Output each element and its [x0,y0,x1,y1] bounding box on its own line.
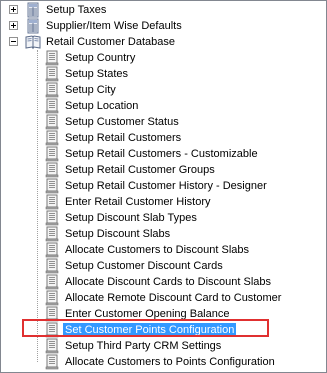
tree-child-label[interactable]: Enter Customer Opening Balance [63,307,231,321]
tree-node-supplier-item-wise-defaults[interactable]: Supplier/Item Wise Defaults [1,18,326,34]
tree-child-item[interactable]: Setup City [1,82,326,98]
grid-database-icon [25,2,41,18]
document-page-icon [44,114,60,130]
tree-node-setup-taxes[interactable]: Setup Taxes [1,2,326,18]
tree-child-item[interactable]: Allocate Remote Discount Card to Custome… [1,290,326,306]
tree-child-label[interactable]: Allocate Discount Cards to Discount Slab… [63,275,273,289]
tree-child-item[interactable]: Allocate Discount Cards to Discount Slab… [1,274,326,290]
tree-node-retail-customer-database[interactable]: Retail Customer Database [1,34,326,50]
document-page-icon [44,338,60,354]
tree-child-label[interactable]: Setup Discount Slabs [63,227,172,241]
document-page-icon [44,146,60,162]
tree-node-label[interactable]: Supplier/Item Wise Defaults [44,19,184,33]
tree-child-item[interactable]: Setup Discount Slab Types [1,210,326,226]
tree-child-item[interactable]: Setup Retail Customers [1,130,326,146]
document-page-icon [44,210,60,226]
tree-node-label[interactable]: Setup Taxes [44,3,108,17]
tree-child-item[interactable]: Setup Location [1,98,326,114]
tree-child-label[interactable]: Setup City [63,83,118,97]
tree-child-item[interactable]: Setup Retail Customer History - Designer [1,178,326,194]
tree-child-label[interactable]: Setup Location [63,99,140,113]
tree-child-item[interactable]: Setup Customer Discount Cards [1,258,326,274]
document-page-icon [44,82,60,98]
tree-child-item[interactable]: Setup Third Party CRM Settings [1,338,326,354]
tree-child-label[interactable]: Setup Customer Discount Cards [63,259,225,273]
tree-child-item[interactable]: Setup Discount Slabs [1,226,326,242]
document-page-icon [44,290,60,306]
tree-child-item[interactable]: Setup Country [1,50,326,66]
document-page-icon [44,258,60,274]
tree-child-item[interactable]: Enter Customer Opening Balance [1,306,326,322]
document-page-icon [44,178,60,194]
tree-child-label[interactable]: Allocate Customers to Discount Slabs [63,243,251,257]
expand-toggle-icon[interactable] [9,21,18,30]
document-page-icon [44,130,60,146]
document-page-icon [44,306,60,322]
document-page-icon [44,194,60,210]
document-page-icon [44,66,60,82]
tree-child-item[interactable]: Setup Retail Customer Groups [1,162,326,178]
selected-tree-item-label[interactable]: Set Customer Points Configuration [63,323,237,337]
tree-child-label[interactable]: Setup Retail Customer History - Designer [63,179,269,193]
tree-child-item[interactable]: Enter Retail Customer History [1,194,326,210]
document-page-icon [44,354,60,370]
document-page-icon [44,242,60,258]
tree-child-label[interactable]: Setup Retail Customer Groups [63,163,217,177]
tree-child-item[interactable]: Allocate Customers to Discount Slabs [1,242,326,258]
open-book-icon [25,34,41,50]
tree-child-item[interactable]: Setup Retail Customers - Customizable [1,146,326,162]
tree-child-label[interactable]: Allocate Remote Discount Card to Custome… [63,291,283,305]
tree-view: Setup Taxes Supplier/Item Wise Defaults Re… [0,0,327,373]
tree-child-label[interactable]: Enter Retail Customer History [63,195,213,209]
document-page-icon [44,274,60,290]
document-page-icon [44,50,60,66]
document-page-icon [44,322,60,338]
tree-child-label[interactable]: Setup Retail Customers - Customizable [63,147,260,161]
tree-child-item[interactable]: Setup States [1,66,326,82]
tree-child-item[interactable]: Allocate Customers to Points Configurati… [1,354,326,370]
tree-child-label[interactable]: Setup Retail Customers [63,131,183,145]
tree-node-label[interactable]: Retail Customer Database [44,35,177,49]
document-page-icon [44,98,60,114]
tree-child-item[interactable]: Setup Customer Status [1,114,326,130]
collapse-toggle-icon[interactable] [9,37,18,46]
expand-toggle-icon[interactable] [9,5,18,14]
document-page-icon [44,226,60,242]
tree-child-item[interactable]: Set Customer Points Configuration [1,322,326,338]
grid-database-icon [25,18,41,34]
tree-child-label[interactable]: Setup Country [63,51,137,65]
tree-child-label[interactable]: Allocate Customers to Points Configurati… [63,355,277,369]
tree-child-label[interactable]: Setup Discount Slab Types [63,211,199,225]
document-page-icon [44,162,60,178]
tree-child-label[interactable]: Setup States [63,67,130,81]
tree-child-label[interactable]: Setup Third Party CRM Settings [63,339,223,353]
tree-child-label[interactable]: Setup Customer Status [63,115,181,129]
